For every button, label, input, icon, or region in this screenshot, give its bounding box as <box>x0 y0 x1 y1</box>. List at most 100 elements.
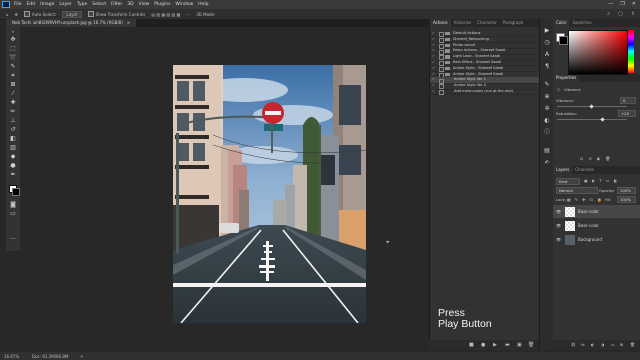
menu-3d[interactable]: 3D <box>127 2 133 7</box>
edit-toolbar-icon[interactable]: ··· <box>9 237 17 243</box>
action-toggle-check-icon[interactable]: ✓ <box>432 89 435 94</box>
fill-input[interactable]: 100% <box>617 196 636 203</box>
menu-edit[interactable]: Edit <box>27 2 36 7</box>
create-action-icon[interactable]: ▣ <box>517 342 522 348</box>
screen-mode-icon[interactable]: ▭ <box>9 211 17 217</box>
search-icon[interactable]: ⌕ <box>607 11 610 17</box>
menu-view[interactable]: View <box>139 2 150 7</box>
eyedropper-tool-icon[interactable]: ⁄ <box>9 91 17 97</box>
glyphs-icon[interactable]: ✲ <box>543 105 551 113</box>
background-color-swatch[interactable] <box>12 188 20 196</box>
layer-comps-icon[interactable]: ▤ <box>543 147 551 155</box>
properties-footer-icons[interactable]: ⊡ ↺ ◉ 🗑 <box>580 156 612 161</box>
link-layers-icon[interactable]: ⛓ <box>571 342 576 347</box>
filter-kind-dropdown[interactable]: Kind <box>556 178 580 185</box>
gradient-tool-icon[interactable]: ▥ <box>9 145 17 151</box>
info-icon[interactable]: ⓘ <box>543 129 551 137</box>
vibrance-input[interactable]: 0 <box>620 97 636 104</box>
more-options-icon[interactable]: ··· <box>186 12 190 17</box>
new-group-icon[interactable]: ▭ <box>611 342 615 347</box>
quick-mask-icon[interactable]: ◙ <box>9 202 17 208</box>
adjustments-icon[interactable]: ◐ <box>543 117 551 125</box>
background-color-chip[interactable] <box>559 36 568 45</box>
fx-icon[interactable]: fx <box>581 342 585 347</box>
action-toggle-check-icon[interactable]: ✓ <box>432 31 435 36</box>
tab-paragraph[interactable]: Paragraph <box>500 19 527 27</box>
zoom-level[interactable]: 16.67% <box>4 354 19 359</box>
action-toggle-check-icon[interactable]: ✓ <box>432 83 435 88</box>
action-toggle-check-icon[interactable]: ✓ <box>432 48 435 53</box>
eraser-tool-icon[interactable]: ◧ <box>9 136 17 142</box>
crop-tool-icon[interactable]: ⌗ <box>9 73 17 79</box>
dodge-tool-icon[interactable]: ● <box>9 163 17 169</box>
visibility-eye-icon[interactable]: 👁 <box>556 209 561 214</box>
new-layer-icon[interactable]: ⊞ <box>620 342 623 347</box>
share-icon[interactable]: ⇪ <box>631 11 635 17</box>
close-tab-icon[interactable]: × <box>127 19 130 27</box>
menu-plugins[interactable]: Plugins <box>154 2 170 7</box>
tab-histories[interactable]: Histories <box>451 19 475 27</box>
auto-select-dropdown[interactable]: Layer <box>62 10 82 18</box>
history-brush-tool-icon[interactable]: ↺ <box>9 127 17 133</box>
history-icon[interactable]: ◷ <box>543 39 551 47</box>
menu-select[interactable]: Select <box>92 2 106 7</box>
visibility-eye-icon[interactable]: 👁 <box>556 223 561 228</box>
character-icon[interactable]: A <box>543 51 551 59</box>
auto-select-option[interactable]: Auto-Select: <box>23 11 56 17</box>
lock-icons[interactable]: ▦ ✎ ✥ ⊡ 🔒 <box>567 197 603 202</box>
marquee-tool-icon[interactable]: ⬚ <box>9 46 17 52</box>
clone-stamp-tool-icon[interactable]: ⊥ <box>9 118 17 124</box>
action-toggle-check-icon[interactable]: ✓ <box>432 60 435 65</box>
clone-source-icon[interactable]: ⊕ <box>543 93 551 101</box>
record-icon[interactable]: ● <box>481 342 485 348</box>
photoshop-logo-icon[interactable] <box>2 1 10 8</box>
tab-color[interactable]: Color <box>553 19 570 27</box>
menu-image[interactable]: Image <box>40 2 54 7</box>
tab-properties[interactable]: Properties <box>553 74 580 82</box>
delete-action-icon[interactable]: 🗑 <box>528 342 534 348</box>
auto-select-checkbox[interactable] <box>23 11 30 17</box>
collapse-toolbar-icon[interactable]: » <box>9 29 17 35</box>
action-toggle-check-icon[interactable]: ✓ <box>432 54 435 59</box>
saturation-input[interactable]: +20 <box>618 110 636 117</box>
layer-row[interactable]: 👁 Base color <box>553 205 640 218</box>
document-tab[interactable]: Nob Tachi iuh8SO9RVHY-unsplash.jpg @ 16.… <box>6 19 137 27</box>
lasso-tool-icon[interactable]: ➰ <box>9 55 17 61</box>
tab-swatches[interactable]: Swatches <box>569 19 594 27</box>
workspace-icon[interactable]: ▢ <box>618 11 623 17</box>
align-icons[interactable]: ▤ ▥ ▦ ▧ ▨ ▩ <box>151 12 180 17</box>
menu-help[interactable]: Help <box>198 2 208 7</box>
status-menu-arrow[interactable]: > <box>80 354 83 359</box>
show-transform-option[interactable]: Show Transform Controls <box>87 11 145 17</box>
minimize-button[interactable]: — <box>608 1 613 7</box>
paths-icon[interactable]: ✍ <box>543 159 551 167</box>
blend-mode-dropdown[interactable]: Normal <box>556 187 598 194</box>
visibility-eye-icon[interactable]: 👁 <box>556 237 561 242</box>
action-toggle-check-icon[interactable]: ✓ <box>432 77 435 82</box>
color-field[interactable] <box>568 30 628 75</box>
move-tool-icon[interactable]: ✥ <box>9 37 17 43</box>
action-toggle-check-icon[interactable]: ✓ <box>432 37 435 42</box>
opacity-input[interactable]: 100% <box>617 187 636 194</box>
menu-file[interactable]: File <box>14 2 22 7</box>
adjustment-layer-icon[interactable]: ◑ <box>601 342 604 347</box>
show-transform-checkbox[interactable] <box>87 11 94 17</box>
tab-actions[interactable]: Actions <box>430 19 451 27</box>
pen-tool-icon[interactable]: ✒ <box>9 172 17 178</box>
play-selection-icon[interactable]: ▶ <box>493 342 497 348</box>
move-tool-icon[interactable]: ✥ <box>15 12 18 17</box>
layer-row[interactable]: 👁 Base color <box>553 219 640 232</box>
healing-brush-tool-icon[interactable]: ✚ <box>9 100 17 106</box>
tab-character[interactable]: Character <box>474 19 500 27</box>
action-toggle-check-icon[interactable]: ✓ <box>432 66 435 71</box>
action-row[interactable]: ✓ Add more colors (run at the end) <box>430 89 540 96</box>
create-set-icon[interactable]: ▬ <box>505 342 510 348</box>
play-action-icon[interactable]: ▶ <box>543 27 551 35</box>
hue-slider[interactable] <box>628 30 634 73</box>
brush-settings-icon[interactable]: ✎ <box>543 81 551 89</box>
saturation-slider[interactable] <box>557 119 627 120</box>
paragraph-icon[interactable]: ¶ <box>543 63 551 71</box>
action-toggle-check-icon[interactable]: ✓ <box>432 43 435 48</box>
layer-row[interactable]: 👁 Background <box>553 233 640 246</box>
tab-layers[interactable]: Layers <box>553 166 573 174</box>
